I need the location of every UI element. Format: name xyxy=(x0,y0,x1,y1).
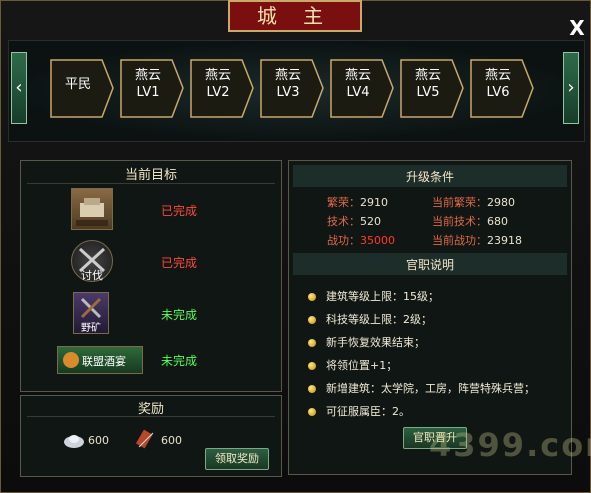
desc-item: 新增建筑：太学院，工房，阵营特殊兵营； xyxy=(308,380,535,396)
cond-current-row-2: 当前战功：23918 xyxy=(432,232,522,248)
goal-status: 已完成 xyxy=(161,256,198,270)
rank-name: 燕云 xyxy=(484,68,511,83)
cond-current-row-1: 当前技术：680 xyxy=(432,213,508,229)
rewards-panel: 奖励 600 600 领取奖励 xyxy=(20,395,282,477)
bullet-icon xyxy=(308,408,316,416)
desc-item: 将领位置+1； xyxy=(308,357,397,373)
rank-name: 燕云 xyxy=(134,68,161,83)
goals-panel: 当前目标 已完成 讨伐 已完成 野矿 未完成 联盟酒宴 未完成 xyxy=(20,160,282,392)
divider xyxy=(27,183,275,184)
bullet-icon xyxy=(308,339,316,347)
cond-row-0: 繁荣：2910 xyxy=(327,194,388,210)
close-button[interactable]: X xyxy=(567,18,587,38)
city-image-icon xyxy=(71,188,113,230)
rank-level: LV4 xyxy=(346,85,370,100)
goal-row-2: 野矿 未完成 xyxy=(71,292,211,336)
rank-name: 燕云 xyxy=(204,68,231,83)
description-title: 官职说明 xyxy=(405,258,454,272)
cond-value: 520 xyxy=(360,215,381,228)
cond-value: 2910 xyxy=(360,196,388,209)
desc-item: 科技等级上限：2级； xyxy=(308,311,432,327)
rank-name: 燕云 xyxy=(274,68,301,83)
divider xyxy=(27,416,275,417)
cond-current-row-0: 当前繁荣：2980 xyxy=(432,194,515,210)
rank-level: LV5 xyxy=(416,85,440,100)
cond-label: 战功： xyxy=(327,234,360,247)
goal-status: 已完成 xyxy=(161,204,198,218)
cond-current-label: 当前繁荣： xyxy=(432,196,487,209)
bullet-icon xyxy=(308,362,316,370)
rank-node-0[interactable]: 平民 xyxy=(50,59,114,118)
cond-row-1: 技术：520 xyxy=(327,213,381,229)
goals-title: 当前目标 xyxy=(124,168,177,183)
bullet-icon xyxy=(308,293,316,301)
cond-current-value: 23918 xyxy=(487,234,522,247)
rank-level: LV1 xyxy=(136,85,160,100)
cond-current-value: 680 xyxy=(487,215,508,228)
cond-label: 繁荣： xyxy=(327,196,360,209)
cond-current-label: 当前技术： xyxy=(432,215,487,228)
goal-status: 未完成 xyxy=(161,354,198,368)
desc-item: 新手恢复效果结束； xyxy=(308,334,425,350)
next-arrow-button[interactable]: › xyxy=(563,52,579,124)
cond-label: 技术： xyxy=(327,215,360,228)
rank-name: 燕云 xyxy=(414,68,441,83)
rank-node-1[interactable]: 燕云 LV1 xyxy=(120,59,184,118)
cond-current-label: 当前战功： xyxy=(432,234,487,247)
rank-node-2[interactable]: 燕云 LV2 xyxy=(190,59,254,118)
rewards-title: 奖励 xyxy=(137,402,164,417)
goal-caption: 野矿 xyxy=(81,323,101,334)
desc-item: 可征服属臣：2。 xyxy=(308,403,410,419)
goal-row-0: 已完成 xyxy=(71,188,211,232)
goal-row-1: 讨伐 已完成 xyxy=(71,240,211,284)
rank-level: LV2 xyxy=(206,85,230,100)
rank-node-4[interactable]: 燕云 LV4 xyxy=(330,59,394,118)
reward-count: 600 xyxy=(161,434,182,447)
rank-node-3[interactable]: 燕云 LV3 xyxy=(260,59,324,118)
cond-row-2: 战功：35000 xyxy=(327,232,395,248)
bullet-icon xyxy=(308,385,316,393)
rank-name: 平民 xyxy=(64,77,91,92)
desc-item: 建筑等级上限：15级； xyxy=(308,288,439,304)
rank-level: LV3 xyxy=(276,85,300,100)
cond-value: 35000 xyxy=(360,234,395,247)
goal-status: 未完成 xyxy=(161,308,198,322)
scroll-icon xyxy=(135,429,157,451)
conditions-panel: 升级条件 繁荣：2910 当前繁荣：2980 技术：520 当前技术：680 战… xyxy=(288,160,591,475)
watermark-logo: 4399.com xyxy=(429,426,591,464)
rank-level: LV6 xyxy=(486,85,510,100)
banquet-icon: 联盟酒宴 xyxy=(57,346,143,374)
bullet-icon xyxy=(308,316,316,324)
reward-count: 600 xyxy=(88,434,109,447)
goal-row-3: 联盟酒宴 未完成 xyxy=(57,346,217,390)
conditions-title: 升级条件 xyxy=(405,170,454,184)
rank-node-5[interactable]: 燕云 LV5 xyxy=(400,59,464,118)
rank-name: 燕云 xyxy=(344,68,371,83)
goal-caption: 讨伐 xyxy=(81,269,103,282)
crossed-swords-icon: 讨伐 xyxy=(71,240,113,282)
claim-reward-button[interactable]: 领取奖励 xyxy=(205,448,269,470)
silver-ingot-icon xyxy=(63,431,85,449)
pickaxe-icon: 野矿 xyxy=(73,292,109,334)
cond-current-value: 2980 xyxy=(487,196,515,209)
goal-caption: 联盟酒宴 xyxy=(82,355,126,368)
rank-node-6[interactable]: 燕云 LV6 xyxy=(470,59,534,118)
window-title: 城 主 xyxy=(228,0,362,32)
prev-arrow-button[interactable]: ‹ xyxy=(11,52,27,124)
